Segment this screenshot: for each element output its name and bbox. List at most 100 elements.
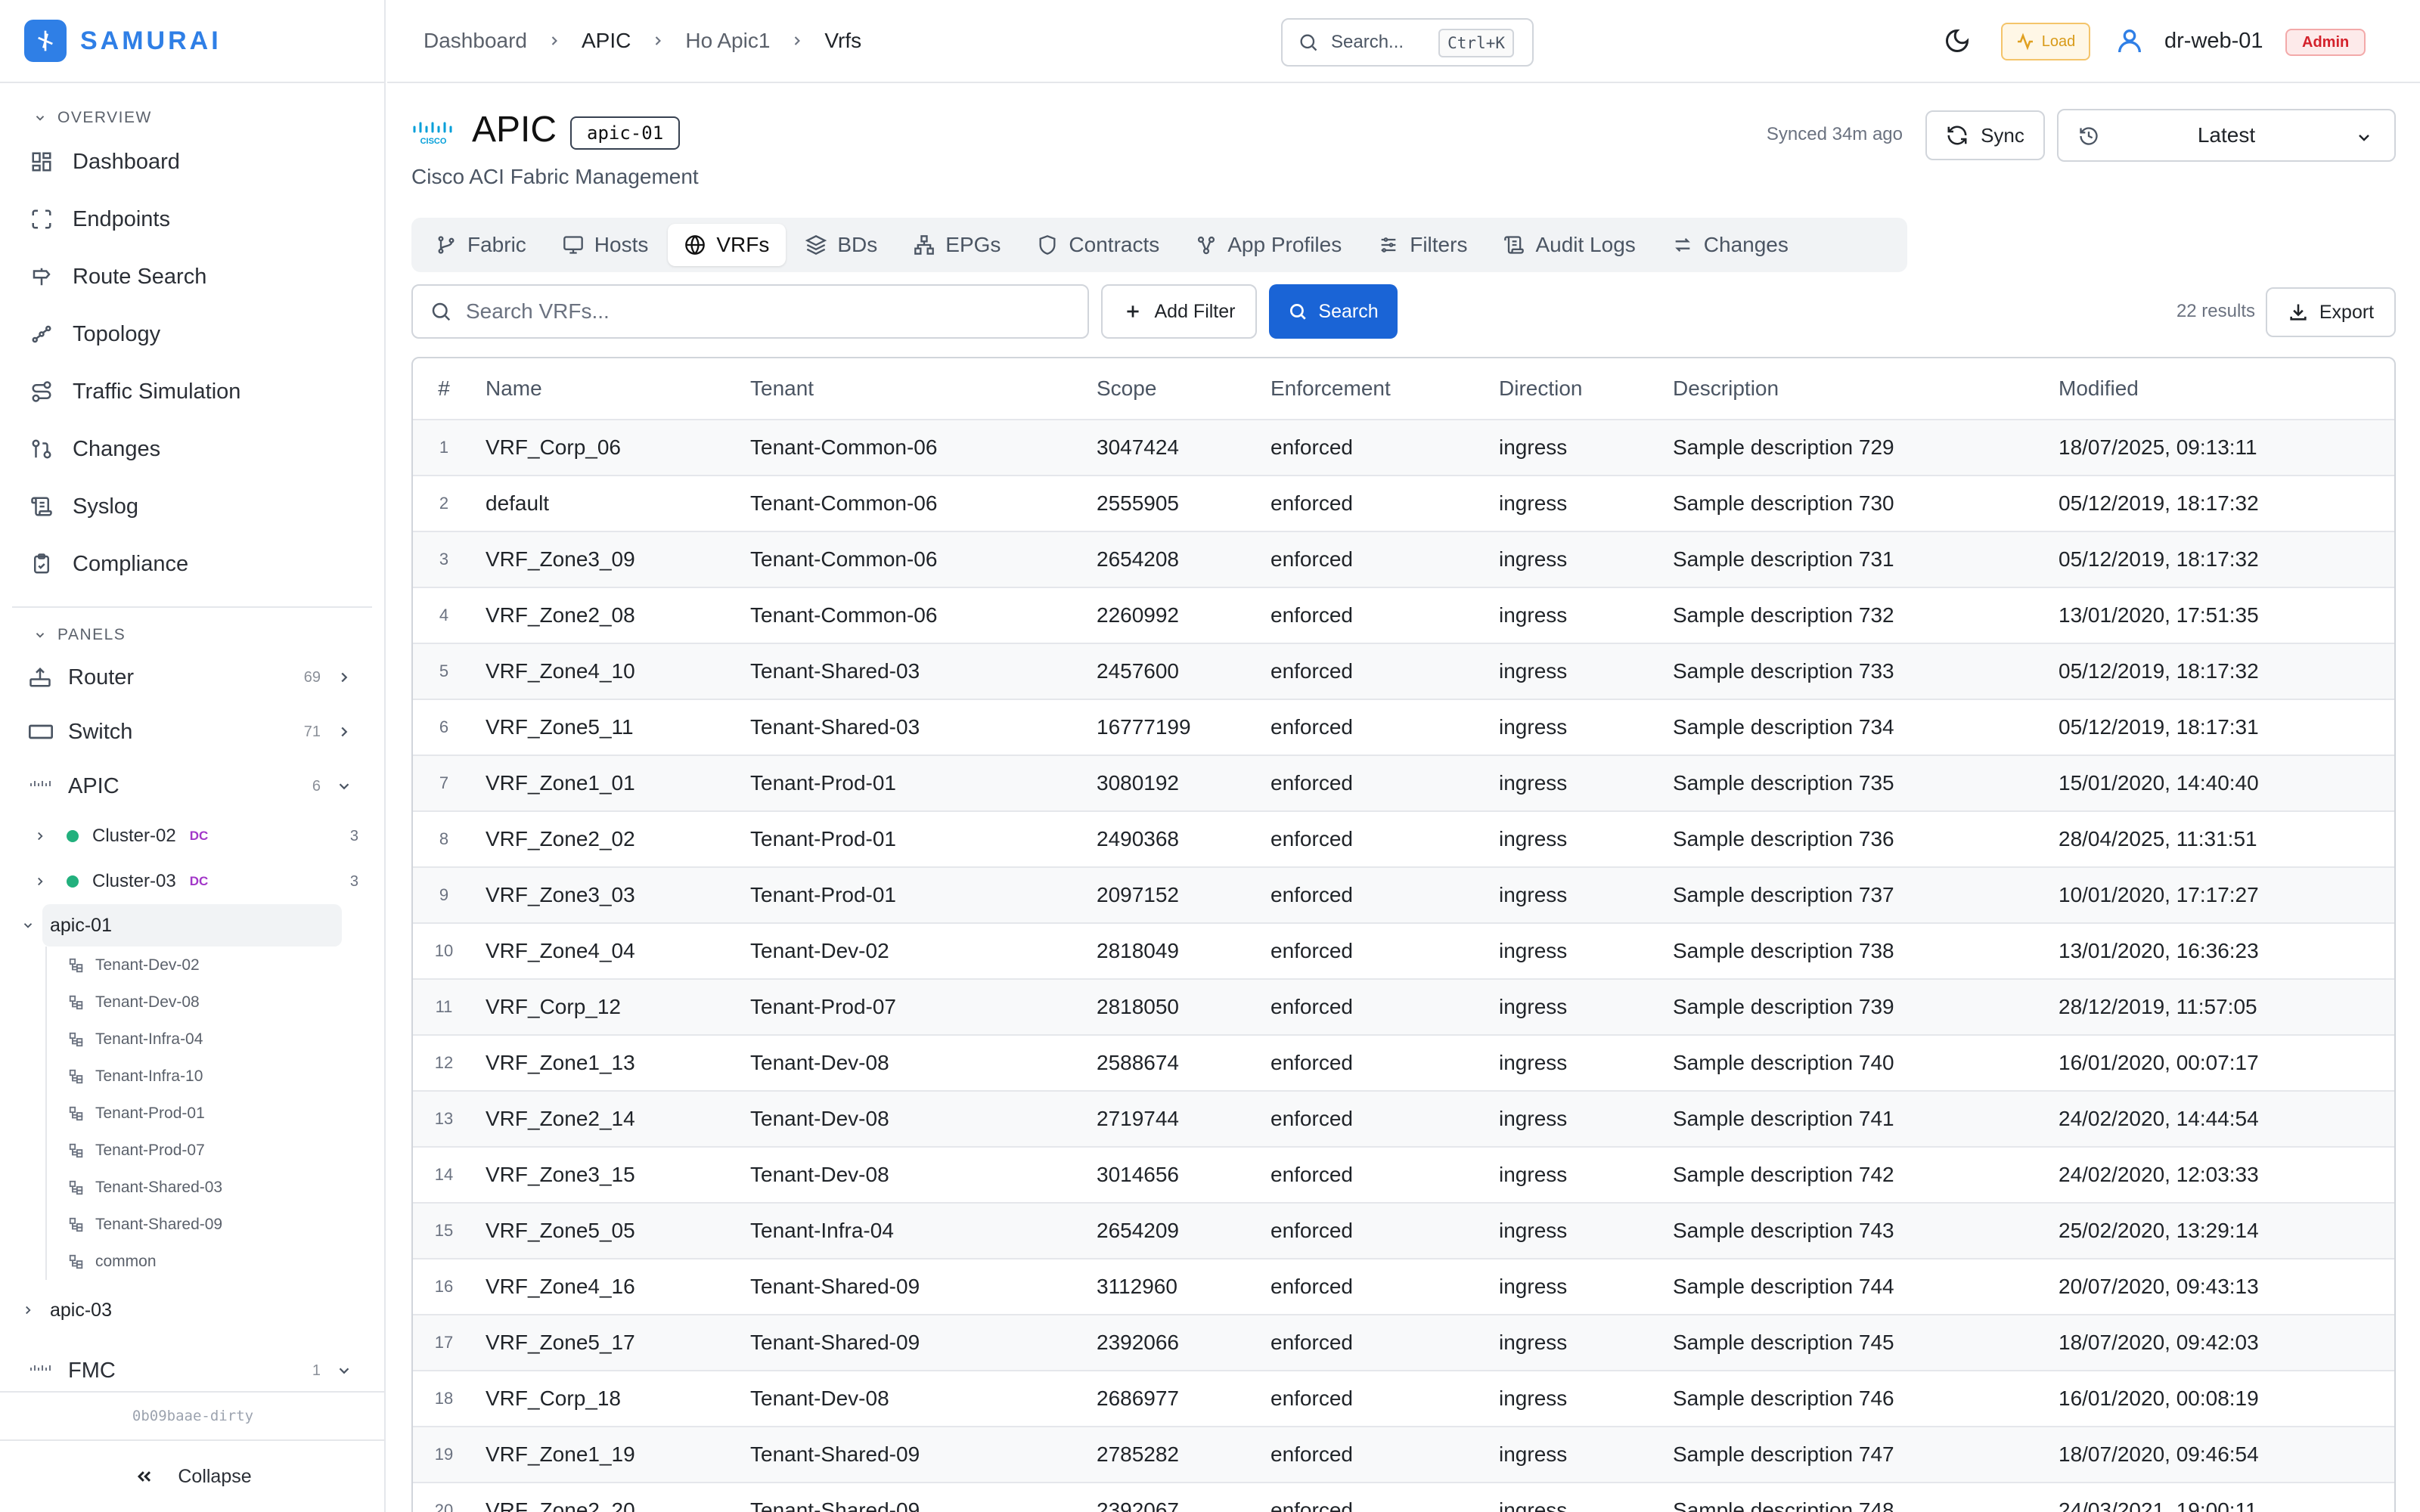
- nav-item-compliance[interactable]: Compliance: [0, 535, 384, 593]
- breadcrumb-item[interactable]: Dashboard: [424, 29, 527, 53]
- table-cell: Tenant-Common-06: [750, 491, 938, 515]
- table-row[interactable]: 11 VRF_Corp_12 Tenant-Prod-07 2818050 enforc…: [413, 980, 2394, 1036]
- table-row[interactable]: 9 VRF_Zone3_03 Tenant-Prod-01 2097152 enforc…: [413, 868, 2394, 924]
- table-row[interactable]: 17 VRF_Zone5_17 Tenant-Shared-09 2392066 enf…: [413, 1315, 2394, 1371]
- table-cell: Sample description 730: [1673, 491, 1894, 515]
- panel-item-apic[interactable]: APIC 6: [0, 759, 384, 813]
- table-row[interactable]: 2 default Tenant-Common-06 2555905 enforced i…: [413, 476, 2394, 532]
- vrf-search-input[interactable]: Search VRFs...: [411, 284, 1089, 339]
- tab-audit-logs[interactable]: Audit Logs: [1487, 224, 1652, 266]
- panel-item-router[interactable]: Router 69: [0, 650, 384, 705]
- table-row[interactable]: 14 VRF_Zone3_15 Tenant-Dev-08 3014656 enforc…: [413, 1148, 2394, 1204]
- version-select[interactable]: Latest: [2057, 109, 2396, 162]
- panels-section-toggle[interactable]: PANELS: [0, 620, 384, 650]
- user-icon[interactable]: [2114, 26, 2145, 56]
- panel-item-fmc[interactable]: FMC 1: [0, 1343, 384, 1398]
- table-row[interactable]: 6 VRF_Zone5_11 Tenant-Shared-03 16777199 enf…: [413, 700, 2394, 756]
- overview-section-toggle[interactable]: OVERVIEW: [0, 103, 384, 133]
- nav-item-traffic-simulation[interactable]: Traffic Simulation: [0, 363, 384, 420]
- panel-item-switch[interactable]: Switch 71: [0, 705, 384, 759]
- nav-item-endpoints[interactable]: Endpoints: [0, 191, 384, 248]
- column-header[interactable]: Description: [1673, 358, 1779, 419]
- global-search[interactable]: Search... Ctrl+K: [1281, 18, 1534, 67]
- nav-item-dashboard[interactable]: Dashboard: [0, 133, 384, 191]
- breadcrumb-item[interactable]: APIC: [582, 29, 631, 53]
- table-row[interactable]: 1 VRF_Corp_06 Tenant-Common-06 3047424 enfor…: [413, 420, 2394, 476]
- sync-label: Sync: [1981, 123, 2024, 147]
- table-row[interactable]: 3 VRF_Zone3_09 Tenant-Common-06 2654208 enfo…: [413, 532, 2394, 588]
- table-row[interactable]: 20 VRF_Zone2_20 Tenant-Shared-09 2392067 enf…: [413, 1483, 2394, 1512]
- breadcrumb-item[interactable]: Ho Apic1: [685, 29, 770, 53]
- tab-hosts[interactable]: Hosts: [546, 224, 666, 266]
- search-icon: [1290, 303, 1307, 320]
- load-button[interactable]: Load: [2001, 23, 2090, 60]
- device-node-active[interactable]: apic-01: [0, 904, 384, 947]
- column-header[interactable]: Name: [486, 358, 542, 419]
- column-header[interactable]: Modified: [2059, 358, 2139, 419]
- user-name[interactable]: dr-web-01: [2164, 29, 2263, 54]
- tenant-item[interactable]: Tenant-Prod-01: [47, 1095, 384, 1132]
- tab-fabric[interactable]: Fabric: [419, 224, 543, 266]
- table-cell: 16/01/2020, 00:08:19: [2059, 1387, 2259, 1410]
- nav-item-route-search[interactable]: Route Search: [0, 248, 384, 305]
- table-cell: Tenant-Dev-08: [750, 1107, 889, 1130]
- search-button[interactable]: Search: [1269, 284, 1398, 339]
- tab-label: EPGs: [945, 233, 1001, 256]
- nav-item-syslog[interactable]: Syslog: [0, 478, 384, 535]
- table-cell: VRF_Zone2_14: [486, 1107, 635, 1130]
- table-cell: Sample description 735: [1673, 771, 1894, 795]
- tenant-item[interactable]: Tenant-Shared-03: [47, 1169, 384, 1206]
- column-header[interactable]: Enforcement: [1270, 358, 1391, 419]
- tenant-item[interactable]: Tenant-Dev-02: [47, 947, 384, 984]
- tab-bds[interactable]: BDs: [789, 224, 894, 266]
- table-cell: Tenant-Prod-01: [750, 771, 897, 795]
- tab-app-profiles[interactable]: App Profiles: [1179, 224, 1358, 266]
- table-row[interactable]: 13 VRF_Zone2_14 Tenant-Dev-08 2719744 enforc…: [413, 1092, 2394, 1148]
- column-header[interactable]: Tenant: [750, 358, 814, 419]
- tenant-item[interactable]: Tenant-Infra-04: [47, 1021, 384, 1058]
- table-cell: 6: [439, 717, 449, 736]
- table-row[interactable]: 12 VRF_Zone1_13 Tenant-Dev-08 2588674 enforc…: [413, 1036, 2394, 1092]
- brand[interactable]: SAMURAI: [0, 0, 384, 83]
- table-row[interactable]: 15 VRF_Zone5_05 Tenant-Infra-04 2654209 enfo…: [413, 1204, 2394, 1259]
- chevron-down-icon: [36, 633, 45, 638]
- sync-button[interactable]: Sync: [1925, 110, 2045, 160]
- tab-filters[interactable]: Filters: [1361, 224, 1484, 266]
- nav-item-changes[interactable]: Changes: [0, 420, 384, 478]
- collapse-button[interactable]: Collapse: [0, 1439, 386, 1512]
- cluster-item[interactable]: Cluster-02 DC 3: [0, 813, 384, 859]
- table-row[interactable]: 19 VRF_Zone1_19 Tenant-Shared-09 2785282 enf…: [413, 1427, 2394, 1483]
- column-header[interactable]: Scope: [1097, 358, 1156, 419]
- table-row[interactable]: 16 VRF_Zone4_16 Tenant-Shared-09 3112960 enf…: [413, 1259, 2394, 1315]
- cluster-item[interactable]: Cluster-03 DC 3: [0, 859, 384, 904]
- tenant-item[interactable]: common: [47, 1243, 384, 1280]
- tenant-item[interactable]: Tenant-Dev-08: [47, 984, 384, 1021]
- theme-toggle-moon-icon[interactable]: [1944, 27, 1971, 54]
- tab-label: BDs: [837, 233, 878, 256]
- device-node[interactable]: apic-03: [0, 1289, 384, 1331]
- table-row[interactable]: 8 VRF_Zone2_02 Tenant-Prod-01 2490368 enforc…: [413, 812, 2394, 868]
- export-button[interactable]: Export: [2266, 287, 2396, 337]
- tab-contracts[interactable]: Contracts: [1020, 224, 1176, 266]
- table-row[interactable]: 10 VRF_Zone4_04 Tenant-Dev-02 2818049 enforc…: [413, 924, 2394, 980]
- table-row[interactable]: 5 VRF_Zone4_10 Tenant-Shared-03 2457600 enfo…: [413, 644, 2394, 700]
- column-header[interactable]: #: [413, 358, 475, 419]
- table-cell: Sample description 740: [1673, 1051, 1894, 1074]
- table-row[interactable]: 7 VRF_Zone1_01 Tenant-Prod-01 3080192 enforc…: [413, 756, 2394, 812]
- table-cell: 13: [434, 1109, 454, 1128]
- tab-vrfs[interactable]: VRFs: [668, 224, 786, 266]
- add-filter-button[interactable]: Add Filter: [1101, 284, 1257, 339]
- tab-epgs[interactable]: EPGs: [897, 224, 1017, 266]
- column-header[interactable]: Direction: [1499, 358, 1582, 419]
- tenant-icon: [69, 1180, 83, 1194]
- table-row[interactable]: 4 VRF_Zone2_08 Tenant-Common-06 2260992 enfo…: [413, 588, 2394, 644]
- table-cell: 15: [434, 1221, 454, 1240]
- table-row[interactable]: 18 VRF_Corp_18 Tenant-Dev-08 2686977 enforce…: [413, 1371, 2394, 1427]
- tenant-item[interactable]: Tenant-Infra-10: [47, 1058, 384, 1095]
- tenant-item[interactable]: Tenant-Prod-07: [47, 1132, 384, 1169]
- table-cell: VRF_Corp_06: [486, 435, 621, 459]
- tab-changes[interactable]: Changes: [1655, 224, 1805, 266]
- nav-item-topology[interactable]: Topology: [0, 305, 384, 363]
- chevron-right-icon: [341, 672, 348, 683]
- tenant-item[interactable]: Tenant-Shared-09: [47, 1206, 384, 1243]
